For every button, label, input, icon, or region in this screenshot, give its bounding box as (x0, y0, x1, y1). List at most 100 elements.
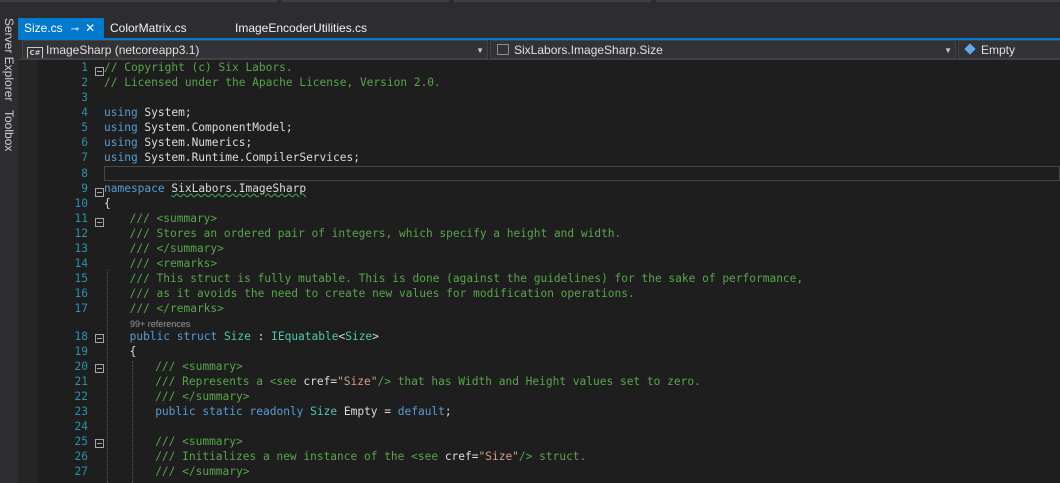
line-text: using System; (104, 106, 192, 119)
line-number: 25 (74, 435, 88, 448)
line-text: /// This struct is fully mutable. This i… (129, 272, 804, 285)
line-number: 8 (81, 167, 88, 180)
line-text: // Licensed under the Apache License, Ve… (104, 76, 441, 89)
line-text: { (104, 197, 111, 210)
code-line[interactable]: 6 using System.Numerics; (18, 135, 1060, 150)
line-number: 26 (74, 450, 88, 463)
code-line[interactable]: 15 /// This struct is fully mutable. This… (18, 271, 1060, 286)
line-text: /// Initializes a new instance of the <s… (155, 450, 587, 463)
line-number: 10 (74, 197, 88, 210)
tab-label: ImageEncoderUtilities.cs (235, 21, 368, 35)
line-text: public static readonly Size Empty = defa… (155, 405, 452, 418)
line-number: 18 (74, 330, 88, 343)
line-number: 2 (81, 76, 88, 89)
code-area[interactable]: 99+ references 1// Copyright (c) Six Lab… (18, 60, 1060, 483)
line-number: 3 (81, 91, 88, 104)
code-line[interactable]: 16 /// as it avoids the need to create ne… (18, 286, 1060, 301)
line-number: 14 (74, 257, 88, 270)
code-line[interactable]: 3 (18, 90, 1060, 105)
code-line[interactable]: 4 using System; (18, 105, 1060, 120)
chevron-down-icon: ▼ (944, 46, 952, 55)
toolbar-segment (282, 0, 449, 2)
code-line[interactable]: 13 /// </summary> (18, 241, 1060, 256)
code-line[interactable]: 8 (18, 166, 1060, 181)
project-dropdown[interactable]: C# ImageSharp (netcoreapp3.1) ▼ (22, 40, 488, 59)
line-text: namespace SixLabors.ImageSharp (104, 182, 307, 195)
member-label: Empty (981, 43, 1016, 57)
line-number: 24 (74, 420, 88, 433)
code-line[interactable]: 2 // Licensed under the Apache License, V… (18, 75, 1060, 90)
close-icon[interactable]: ✕ (85, 21, 95, 35)
line-text: /// </summary> (129, 242, 224, 255)
tool-window-strip: Server Explorer Toolbox (0, 18, 18, 483)
line-text: using System.Runtime.CompilerServices; (104, 151, 360, 164)
line-text: using System.Numerics; (104, 136, 253, 149)
code-line[interactable]: 14 /// <remarks> (18, 256, 1060, 271)
code-line[interactable]: 17 /// </remarks> (18, 301, 1060, 316)
member-dropdown[interactable]: Empty (958, 40, 1060, 59)
tab-imageencoderutilities-cs[interactable]: ImageEncoderUtilities.cs (229, 18, 373, 38)
code-line[interactable]: 9 namespace SixLabors.ImageSharp (18, 181, 1060, 196)
line-text: /// Represents a <see cref="Size"/> that… (155, 375, 701, 388)
code-line[interactable]: 22 /// </summary> (18, 389, 1060, 404)
line-number: 17 (74, 302, 88, 315)
tab-label: ColorMatrix.cs (110, 21, 187, 35)
code-line[interactable]: 20 /// <summary> (18, 359, 1060, 374)
tab-label: Size.cs (24, 21, 63, 35)
line-text: /// </remarks> (129, 302, 224, 315)
code-line[interactable]: 11 /// <summary> (18, 211, 1060, 226)
code-line[interactable]: 21 /// Represents a <see cref="Size"/> th… (18, 374, 1060, 389)
struct-icon (497, 44, 509, 55)
line-number: 11 (74, 212, 88, 225)
line-number: 16 (74, 287, 88, 300)
line-number: 15 (74, 272, 88, 285)
line-text: /// </summary> (155, 465, 250, 478)
code-editor[interactable]: 99+ references 1// Copyright (c) Six Lab… (18, 60, 1060, 483)
line-text: /// <summary> (155, 360, 243, 373)
server-explorer-tab[interactable]: Server Explorer (1, 18, 17, 101)
code-line[interactable]: 19 { (18, 344, 1060, 359)
code-line[interactable]: 12 /// Stores an ordered pair of integers… (18, 226, 1060, 241)
code-line[interactable]: 26 /// Initializes a new instance of the … (18, 449, 1060, 464)
line-number: 27 (74, 465, 88, 478)
line-text: /// <summary> (155, 435, 243, 448)
chevron-down-icon: ▼ (476, 46, 484, 55)
line-text: /// <summary> (129, 212, 218, 225)
code-line[interactable]: 27 /// </summary> (18, 464, 1060, 479)
line-text: public struct Size : IEquatable<Size> (129, 330, 379, 343)
line-text: /// Stores an ordered pair of integers, … (129, 227, 622, 240)
code-line[interactable]: 23 public static readonly Size Empty = de… (18, 404, 1060, 419)
toolbar-segment (656, 0, 1060, 2)
line-number: 1 (81, 61, 88, 74)
csharp-project-icon: C# (27, 47, 43, 58)
code-line[interactable]: 18 public struct Size : IEquatable<Size> (18, 329, 1060, 344)
code-line[interactable]: 10 { (18, 196, 1060, 211)
line-text: /// <remarks> (129, 257, 218, 270)
line-number: 22 (74, 390, 88, 403)
code-line[interactable]: 1 // Copyright (c) Six Labors. (18, 60, 1060, 75)
line-text: // Copyright (c) Six Labors. (104, 61, 293, 74)
line-text: using System.ComponentModel; (104, 121, 293, 134)
document-tab-bar: Size.cs ⊸ ✕ ColorMatrix.cs ImageEncoderUti… (18, 18, 1060, 40)
toolbox-tab[interactable]: Toolbox (1, 110, 17, 151)
line-number: 5 (81, 121, 88, 134)
code-line[interactable]: 7 using System.Runtime.CompilerServices; (18, 150, 1060, 165)
line-number: 13 (74, 242, 88, 255)
code-line[interactable]: 25 /// <summary> (18, 434, 1060, 449)
line-number: 19 (74, 345, 88, 358)
title-strip (0, 0, 1060, 18)
line-number: 20 (74, 360, 88, 373)
tab-colormatrix-cs[interactable]: ColorMatrix.cs (104, 18, 193, 38)
line-text: { (129, 345, 137, 358)
line-number: 6 (81, 136, 88, 149)
code-line[interactable]: 24 (18, 419, 1060, 434)
pin-icon[interactable]: ⊸ (71, 24, 79, 35)
line-number: 21 (74, 375, 88, 388)
tab-size-cs[interactable]: Size.cs ⊸ ✕ (18, 18, 104, 38)
code-line[interactable]: 5 using System.ComponentModel; (18, 120, 1060, 135)
line-number: 12 (74, 227, 88, 240)
type-dropdown[interactable]: SixLabors.ImageSharp.Size ▼ (490, 40, 956, 59)
project-label: ImageSharp (netcoreapp3.1) (46, 43, 200, 57)
line-number: 7 (81, 151, 88, 164)
line-number: 4 (81, 106, 88, 119)
